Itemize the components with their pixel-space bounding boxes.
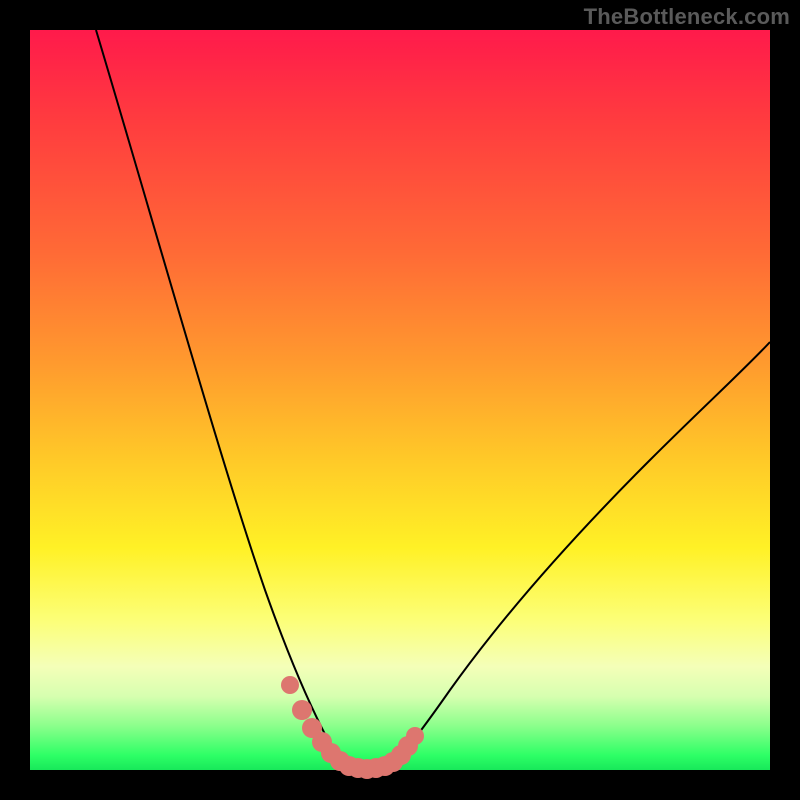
highlight-dots [281, 676, 424, 779]
curve-layer [30, 30, 770, 770]
curve-right-branch [390, 342, 770, 768]
chart-container: TheBottleneck.com [0, 0, 800, 800]
watermark-text: TheBottleneck.com [584, 4, 790, 30]
curve-left-branch [96, 30, 348, 768]
plot-area [30, 30, 770, 770]
